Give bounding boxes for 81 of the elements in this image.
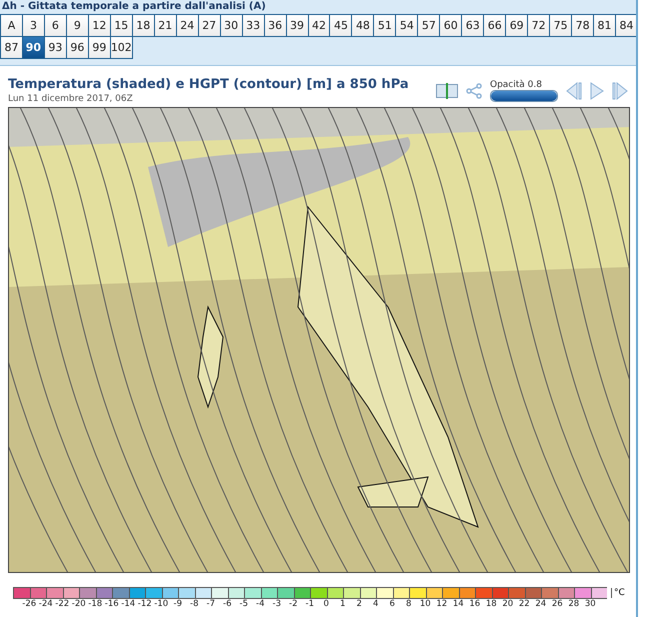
time-step-tab[interactable]: 96 xyxy=(66,37,89,59)
legend-label: -24 xyxy=(38,599,54,609)
compare-icon[interactable] xyxy=(436,83,458,99)
time-step-tab[interactable]: 15 xyxy=(110,15,133,37)
time-step-tab[interactable]: 81 xyxy=(594,15,616,37)
map-title: Temperatura (shaded) e HGPT (contour) [m] a 850 hPa xyxy=(8,77,410,92)
step-back-icon[interactable] xyxy=(566,82,582,100)
time-step-tab[interactable]: 60 xyxy=(440,15,462,37)
legend-label: 20 xyxy=(501,599,514,609)
step-forward-icon[interactable] xyxy=(612,82,628,100)
legend-label: 2 xyxy=(356,599,363,609)
legend-label: -5 xyxy=(238,599,249,609)
legend-label: -4 xyxy=(255,599,266,609)
legend-label: -7 xyxy=(206,599,216,609)
legend-label: -6 xyxy=(222,599,232,609)
time-step-tab[interactable]: 12 xyxy=(88,15,111,37)
time-step-tab[interactable]: 27 xyxy=(198,15,221,37)
time-step-tab[interactable]: 90 xyxy=(22,37,45,59)
legend-label: -16 xyxy=(104,599,120,609)
time-step-tab[interactable]: 51 xyxy=(374,15,396,37)
legend-label: 12 xyxy=(435,599,448,609)
legend-label: -2 xyxy=(288,599,298,609)
time-step-tab[interactable]: 93 xyxy=(44,37,67,59)
legend-label: 26 xyxy=(550,599,564,609)
legend-label: 22 xyxy=(518,599,531,609)
time-step-tab[interactable]: 102 xyxy=(110,37,133,59)
time-step-tab[interactable]: 33 xyxy=(242,15,265,37)
legend-label: 30 xyxy=(584,599,597,609)
legend-label: -18 xyxy=(87,599,104,609)
legend-label: 4 xyxy=(372,599,380,609)
time-step-tab[interactable]: 54 xyxy=(396,15,418,37)
legend-label: -26 xyxy=(21,599,38,609)
time-step-tab[interactable]: 18 xyxy=(132,15,155,37)
time-step-tab[interactable]: 72 xyxy=(528,15,550,37)
time-step-tab[interactable]: 57 xyxy=(418,15,440,37)
time-step-tab[interactable]: 87 xyxy=(1,37,23,59)
legend-label: 6 xyxy=(388,599,396,609)
play-icon[interactable] xyxy=(590,82,604,100)
legend-label: 14 xyxy=(452,599,465,609)
legend-label: 24 xyxy=(534,599,548,609)
legend-label: 1 xyxy=(339,599,346,609)
time-step-tab[interactable]: 24 xyxy=(176,15,199,37)
legend-label: -3 xyxy=(272,599,282,609)
range-title: Δh - Gittata temporale a partire dall'analisi (A) xyxy=(1,0,267,14)
opacity-label: Opacità 0.8 xyxy=(490,80,543,90)
share-icon[interactable] xyxy=(466,83,482,99)
time-step-tab[interactable]: 63 xyxy=(462,15,484,37)
time-step-tab[interactable]: 69 xyxy=(506,15,528,37)
time-step-tab[interactable]: 48 xyxy=(352,15,374,37)
opacity-slider[interactable] xyxy=(490,90,558,102)
time-step-tab[interactable]: 84 xyxy=(616,15,636,37)
time-step-tab[interactable]: 3 xyxy=(22,15,45,37)
legend-label: -12 xyxy=(136,599,153,609)
legend-label: 0 xyxy=(322,599,330,609)
legend-label: -10 xyxy=(153,599,170,609)
legend-label: -1 xyxy=(304,599,315,609)
legend-label: 18 xyxy=(484,599,498,609)
legend-label: 10 xyxy=(418,599,432,609)
legend-label: -8 xyxy=(189,599,200,609)
map-date: Lun 11 dicembre 2017, 06Z xyxy=(8,94,134,104)
time-step-tab[interactable]: 6 xyxy=(44,15,67,37)
legend-label: -20 xyxy=(70,599,87,609)
legend-label: -14 xyxy=(120,599,136,609)
legend-label: 28 xyxy=(567,599,580,609)
legend-label: 8 xyxy=(405,599,412,609)
legend-label: 16 xyxy=(468,599,482,609)
time-step-tab[interactable]: 45 xyxy=(330,15,352,37)
time-step-tab[interactable]: 36 xyxy=(264,15,287,37)
time-step-tab[interactable]: A xyxy=(1,15,23,37)
legend-label: -22 xyxy=(54,599,70,609)
time-step-tab[interactable]: 9 xyxy=(66,15,89,37)
time-step-tab[interactable]: 75 xyxy=(550,15,572,37)
legend-unit: °C xyxy=(611,588,625,598)
time-step-tab[interactable]: 78 xyxy=(572,15,594,37)
time-step-tab[interactable]: 39 xyxy=(286,15,309,37)
time-step-tab[interactable]: 66 xyxy=(484,15,506,37)
time-step-tab[interactable]: 42 xyxy=(308,15,330,37)
time-step-tab[interactable]: 30 xyxy=(220,15,243,37)
legend-label: -9 xyxy=(172,599,183,609)
time-step-tab[interactable]: 21 xyxy=(154,15,177,37)
time-step-tab[interactable]: 99 xyxy=(88,37,111,59)
